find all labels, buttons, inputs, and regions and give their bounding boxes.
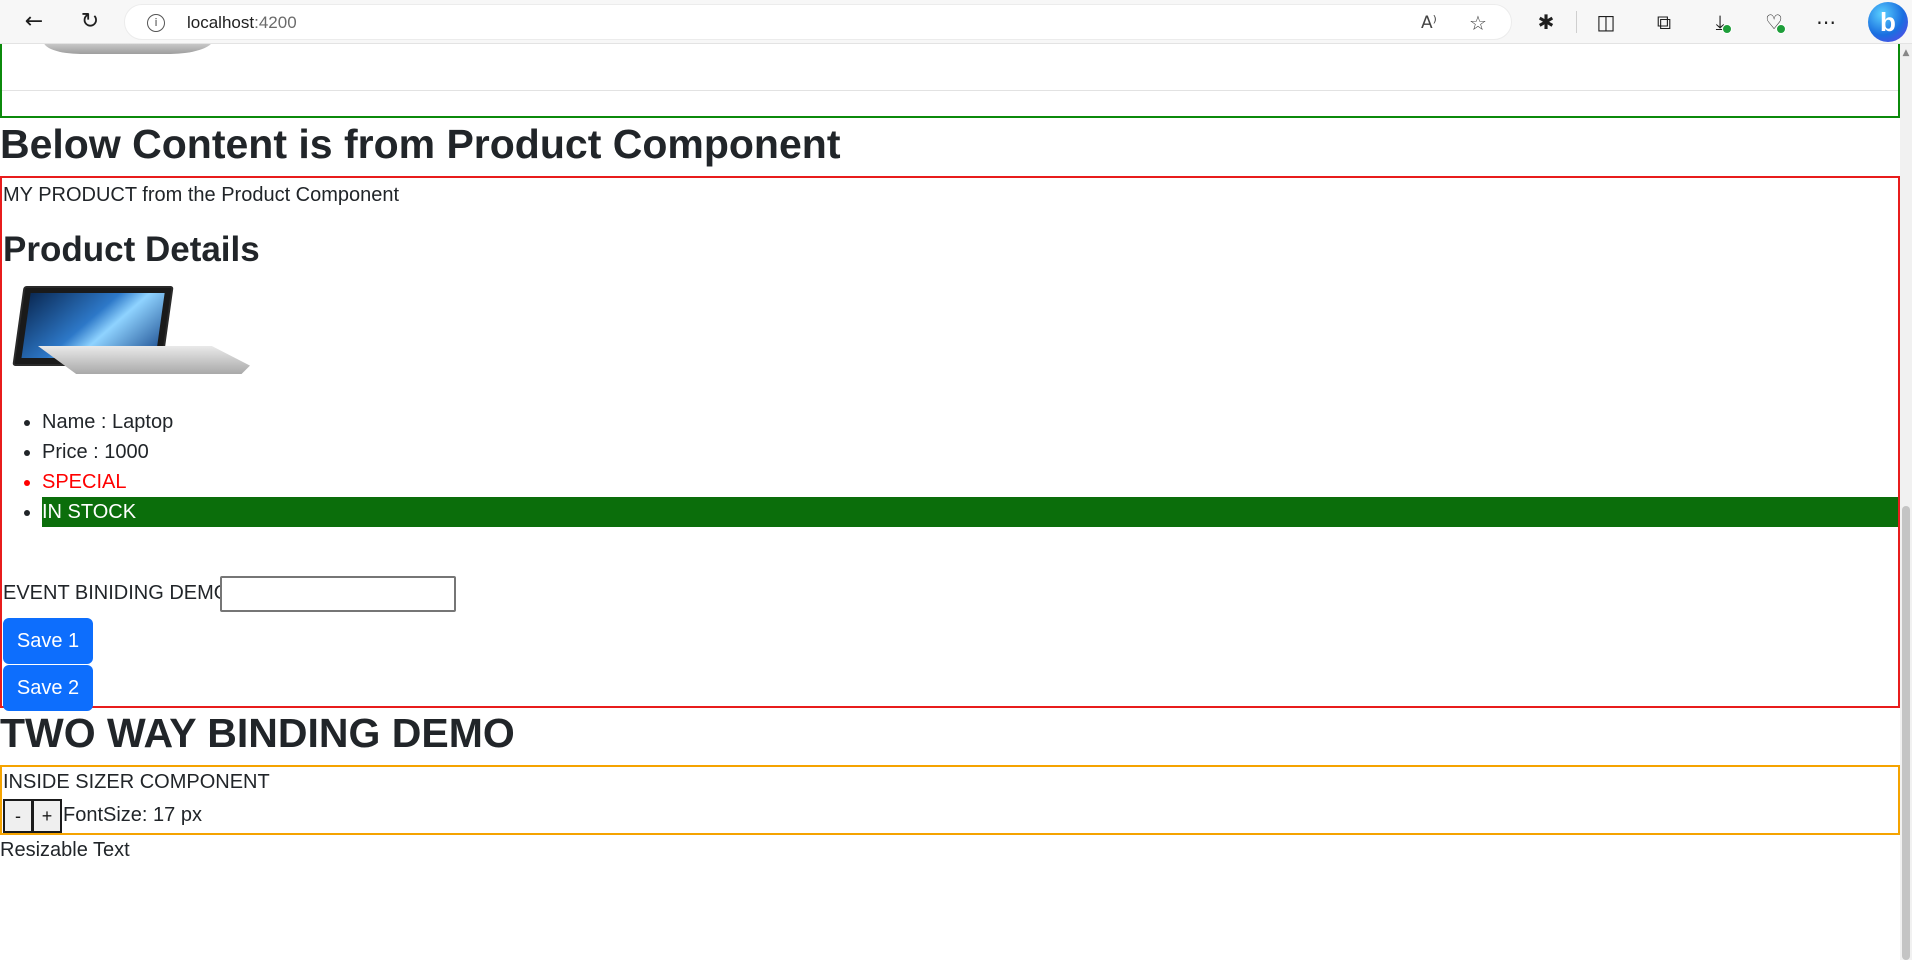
product-intro: MY PRODUCT from the Product Component xyxy=(3,184,400,206)
in-stock-badge: IN STOCK xyxy=(42,497,1898,527)
bing-copilot-icon[interactable]: b xyxy=(1868,2,1908,42)
sizer-title: INSIDE SIZER COMPONENT xyxy=(3,771,270,793)
url-host: localhost xyxy=(187,13,255,32)
laptop-image xyxy=(12,286,250,378)
scroll-up-arrow-icon[interactable]: ▲ xyxy=(1900,48,1912,58)
decrease-font-button[interactable]: - xyxy=(3,799,33,833)
address-bar[interactable]: i localhost:4200 A⁾ ☆ xyxy=(124,4,1512,40)
toolbar-divider xyxy=(1576,11,1577,33)
product-section-title: Below Content is from Product Component xyxy=(0,121,841,167)
favorite-star-icon[interactable]: ☆ xyxy=(1469,11,1487,35)
event-binding-input[interactable] xyxy=(220,576,456,612)
page-content: Below Content is from Product Component … xyxy=(0,44,1900,960)
browser-toolbar: ← ↻ i localhost:4200 A⁾ ☆ ✱ ◫ ⧉ ⤓ ♡ ⋯ b xyxy=(0,0,1912,44)
product-details-list: Name : Laptop Price : 1000 SPECIAL IN ST… xyxy=(2,407,1898,527)
site-info-icon[interactable]: i xyxy=(147,14,165,32)
download-complete-badge xyxy=(1722,24,1732,34)
sizer-component: INSIDE SIZER COMPONENT - + FontSize: 17 … xyxy=(0,765,1900,835)
url-text[interactable]: localhost:4200 xyxy=(187,13,297,33)
resizable-text: Resizable Text xyxy=(0,839,130,861)
collections-icon[interactable]: ⧉ xyxy=(1648,8,1680,36)
page-scrollbar[interactable]: ▲ xyxy=(1900,44,1912,960)
extensions-icon[interactable]: ✱ xyxy=(1530,8,1562,36)
split-screen-icon[interactable]: ◫ xyxy=(1590,8,1622,36)
scrollbar-thumb[interactable] xyxy=(1902,506,1910,960)
save-1-button[interactable]: Save 1 xyxy=(3,618,93,664)
font-size-label: FontSize: 17 px xyxy=(63,804,202,826)
laptop-image-partial xyxy=(40,44,214,54)
product-component: MY PRODUCT from the Product Component Pr… xyxy=(0,176,1900,711)
event-binding-label: EVENT BINIDING DEMO xyxy=(3,582,230,604)
two-way-binding-title: TWO WAY BINDING DEMO xyxy=(0,710,515,756)
detail-name: Name : Laptop xyxy=(42,407,1898,437)
detail-price: Price : 1000 xyxy=(42,437,1898,467)
divider xyxy=(2,90,1898,91)
refresh-icon[interactable]: ↻ xyxy=(74,8,106,36)
detail-special: SPECIAL xyxy=(42,467,1898,497)
back-arrow-icon[interactable]: ← xyxy=(18,8,50,36)
url-port: :4200 xyxy=(254,13,297,32)
downloads-icon[interactable]: ⤓ xyxy=(1704,8,1736,36)
essentials-ok-badge xyxy=(1776,24,1786,34)
increase-font-button[interactable]: + xyxy=(32,799,62,833)
detail-stock: IN STOCK xyxy=(42,497,1898,527)
read-aloud-icon[interactable]: A⁾ xyxy=(1421,13,1437,33)
browser-essentials-icon[interactable]: ♡ xyxy=(1758,8,1790,36)
product-details-heading: Product Details xyxy=(3,230,260,269)
save-2-button[interactable]: Save 2 xyxy=(3,665,93,711)
previous-component-box xyxy=(0,44,1900,118)
more-menu-icon[interactable]: ⋯ xyxy=(1810,8,1842,36)
